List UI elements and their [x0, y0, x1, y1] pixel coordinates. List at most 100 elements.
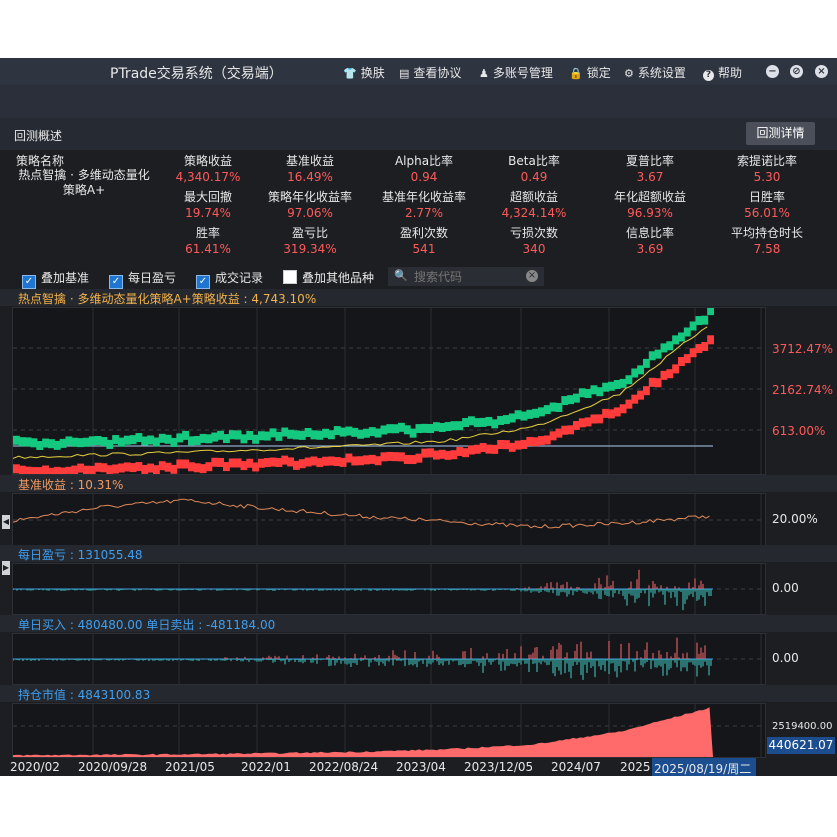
up-bar — [392, 424, 399, 434]
app-window: PTrade交易系统（交易端） 👕 换肤 ▤ 查看协议 ♟ 多账号管理 🔒 锁定 ⚙ 系统… — [0, 58, 837, 776]
up-bar — [141, 436, 149, 446]
strategy-chart[interactable] — [12, 306, 766, 477]
clear-icon[interactable]: × — [526, 270, 538, 282]
metric-value: 4,340.17% — [175, 170, 241, 184]
holdings-chart[interactable] — [12, 703, 766, 758]
down-bar — [77, 463, 84, 473]
down-bar — [403, 454, 411, 464]
checkbox-trades[interactable]: ✓ 成交记录 — [196, 269, 263, 289]
metric-value: 0.49 — [520, 170, 548, 184]
up-bar — [48, 439, 55, 449]
expand-right-arrow-icon[interactable]: ▶ — [2, 561, 10, 575]
up-bar — [65, 436, 73, 446]
up-bar — [147, 435, 154, 445]
checkbox-benchmark[interactable]: ✓ 叠加基准 — [22, 269, 89, 289]
up-bar — [438, 422, 446, 432]
down-bar — [223, 462, 230, 472]
up-bar — [83, 437, 90, 447]
search-box: 🔍 × — [388, 267, 544, 286]
down-bar — [450, 450, 458, 460]
checkbox-daily-pnl[interactable]: ✓ 每日盈亏 — [109, 269, 176, 289]
benchmark-line — [12, 498, 710, 529]
down-bar — [660, 370, 668, 380]
down-bar — [701, 341, 709, 351]
down-bar — [88, 465, 96, 475]
up-bar — [613, 380, 621, 390]
down-bar — [578, 418, 586, 428]
metric-value: 4,324.14% — [501, 206, 567, 220]
up-bar — [252, 434, 259, 444]
trades-chart[interactable] — [12, 633, 766, 685]
up-bar — [228, 430, 236, 440]
up-bar — [164, 434, 172, 444]
down-bar — [648, 377, 656, 387]
down-bar — [357, 456, 364, 466]
benchmark-chart[interactable] — [12, 493, 766, 547]
down-bar — [228, 458, 236, 468]
down-bar — [48, 467, 55, 477]
down-bar — [182, 459, 189, 469]
restore-button[interactable]: ⊘ — [790, 65, 803, 78]
down-bar — [123, 462, 131, 472]
up-bar — [444, 422, 452, 432]
down-bar — [514, 440, 522, 450]
up-bar — [701, 315, 709, 325]
menu-skin[interactable]: 👕 换肤 — [343, 64, 385, 81]
up-bar — [526, 409, 534, 419]
up-bar — [211, 432, 219, 442]
down-bar — [164, 462, 172, 472]
up-bar — [170, 437, 178, 447]
down-bar — [328, 456, 335, 466]
strategy-panel-label: 热点智擒 · 多维动态量化策略A+策略收益 : 4,743.10% — [0, 289, 837, 306]
daily-pnl-panel-label: 每日盈亏 : 131055.48 — [0, 545, 837, 562]
menu-help[interactable]: ? 帮助 — [703, 64, 742, 81]
x-axis: 2025/08/19/周二 2020/02 2020/09/28 2021/05 20… — [0, 758, 837, 776]
metric-label: 亏损次数 — [509, 226, 558, 240]
up-bar — [36, 440, 44, 450]
up-bar — [100, 436, 108, 446]
metric-label: 平均持仓时长 — [730, 226, 803, 240]
close-button[interactable]: × — [815, 65, 828, 78]
search-input[interactable] — [412, 269, 526, 285]
backtest-detail-button[interactable]: 回测详情 — [746, 122, 815, 145]
up-bar — [415, 424, 423, 434]
strategy-ytick: 613.00% — [772, 424, 826, 438]
minimize-button[interactable]: − — [766, 65, 779, 78]
down-bar — [333, 457, 341, 467]
menu-lock[interactable]: 🔒 锁定 — [569, 64, 611, 81]
menu-agreement[interactable]: ▤ 查看协议 — [399, 64, 461, 81]
metric: 日胜率 56.01% — [712, 188, 822, 220]
down-bar — [351, 456, 359, 466]
menu-settings[interactable]: ⚙ 系统设置 — [624, 64, 686, 81]
up-bar — [403, 425, 411, 435]
down-bar — [18, 465, 26, 475]
down-bar — [176, 459, 184, 469]
metric-label: Beta比率 — [508, 154, 560, 168]
down-bar — [532, 437, 539, 447]
down-bar — [573, 420, 580, 430]
collapse-left-arrow-icon[interactable]: ◀ — [2, 515, 10, 529]
strategy-name: 热点智擒 · 多维动态量化策略A+ — [18, 168, 150, 197]
down-bar — [392, 452, 399, 462]
up-bar — [18, 437, 26, 447]
up-bar — [584, 388, 592, 398]
daily-pnl-chart[interactable] — [12, 563, 766, 615]
checkbox-other-symbols[interactable]: 叠加其他品种 — [283, 269, 374, 286]
down-bar — [672, 364, 679, 374]
x-axis-tick: 2020/02 — [10, 760, 60, 774]
down-bar — [42, 465, 49, 475]
down-bar — [654, 378, 662, 388]
metric: Beta比率 0.49 — [479, 152, 589, 184]
menu-multi-account[interactable]: ♟ 多账号管理 — [479, 64, 553, 81]
metric-label: 胜率 — [195, 226, 220, 240]
metric-label: 最大回撤 — [183, 190, 232, 204]
up-bar — [427, 424, 434, 434]
down-bar — [526, 436, 534, 446]
up-bar — [269, 428, 277, 438]
down-bar — [65, 466, 73, 476]
down-bar — [211, 457, 219, 467]
down-bar — [106, 465, 114, 475]
down-bar — [619, 404, 627, 414]
up-bar — [637, 365, 644, 375]
metric-label: 超额收益 — [509, 190, 558, 204]
